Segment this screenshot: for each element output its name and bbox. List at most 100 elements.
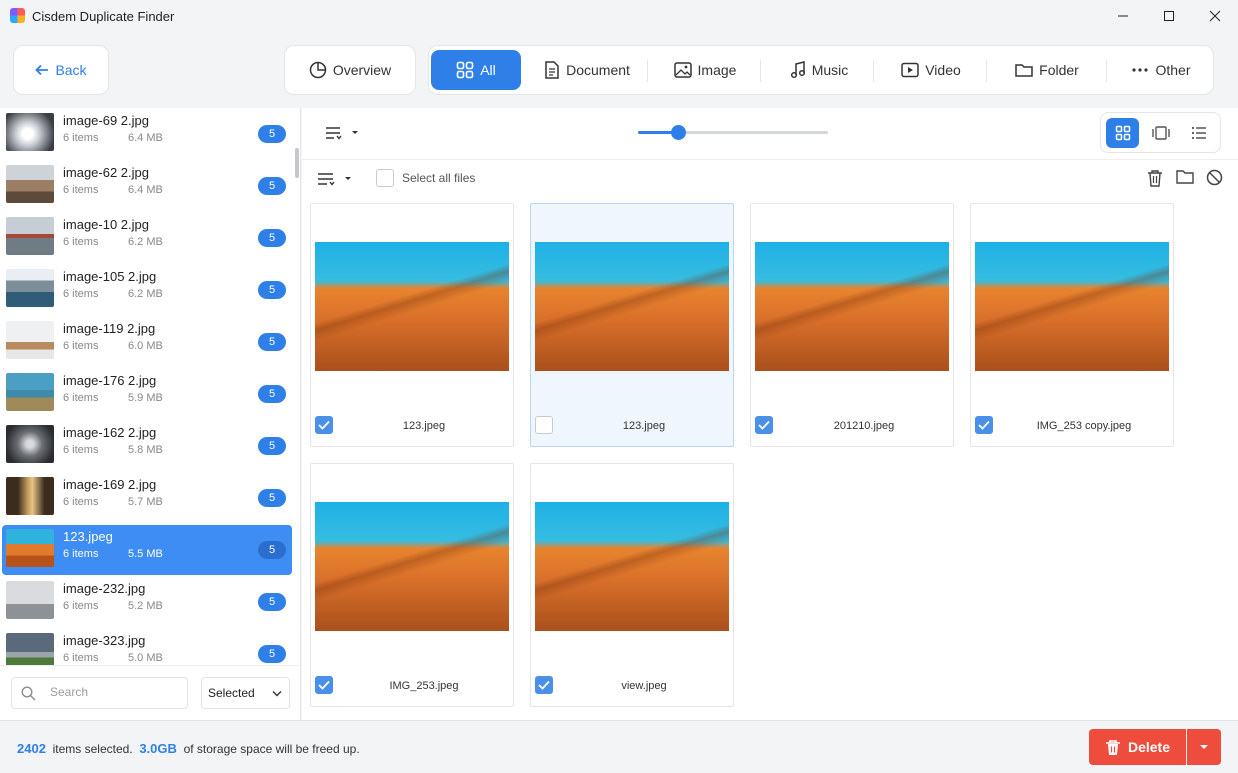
ignore-icon[interactable] [1206, 169, 1223, 186]
tab-folder[interactable]: Folder [1005, 50, 1089, 90]
file-card[interactable]: IMG_253.jpeg [310, 463, 514, 707]
group-row[interactable]: image-162 2.jpg 6 items 5.8 MB 5 [2, 421, 292, 471]
duplicate-count-badge: 5 [258, 437, 286, 455]
group-name: image-232.jpg [63, 581, 146, 596]
group-name: image-162 2.jpg [63, 425, 157, 440]
carousel-view-button[interactable] [1144, 118, 1177, 148]
file-thumbnail[interactable] [535, 242, 729, 371]
group-row[interactable]: image-69 2.jpg 6 items 6.4 MB 5 [2, 109, 292, 159]
select-all-checkbox[interactable]: Select all files [376, 169, 475, 187]
tab-divider [760, 60, 761, 82]
duplicate-count-badge: 5 [258, 333, 286, 351]
group-name: image-69 2.jpg [63, 113, 149, 128]
video-icon [901, 62, 919, 78]
select-all-box[interactable] [376, 169, 394, 187]
group-row[interactable]: image-232.jpg 6 items 5.2 MB 5 [2, 577, 292, 627]
slider-knob[interactable] [670, 125, 686, 140]
group-list: image-69 2.jpg 6 items 6.4 MB 5 image-62 2.j… [0, 108, 295, 665]
group-row[interactable]: image-323.jpg 6 items 5.0 MB 5 [2, 629, 292, 665]
group-name: image-119 2.jpg [63, 321, 156, 336]
trash-icon[interactable] [1147, 169, 1163, 187]
back-label: Back [55, 62, 87, 78]
tab-other-label: Other [1155, 62, 1191, 78]
sidebar-scrollbar[interactable] [295, 148, 299, 178]
back-button[interactable]: Back [13, 45, 109, 95]
file-card[interactable]: IMG_253 copy.jpeg [970, 203, 1174, 447]
file-card[interactable]: view.jpeg [530, 463, 734, 707]
file-name: 201210.jpeg [833, 420, 895, 432]
file-checkbox[interactable] [535, 676, 553, 694]
grid-view-icon [1115, 125, 1130, 141]
file-thumbnail[interactable] [975, 242, 1169, 371]
file-card[interactable]: 123.jpeg [310, 203, 514, 447]
file-card[interactable]: 123.jpeg [530, 203, 734, 447]
tab-image[interactable]: Image [665, 50, 745, 90]
maximize-icon [1164, 11, 1174, 21]
freed-space: 3.0GB [139, 741, 177, 756]
folder-icon [1015, 64, 1033, 77]
overview-button[interactable]: Overview [284, 45, 416, 95]
search-box[interactable] [11, 677, 188, 709]
group-thumbnail [6, 321, 54, 359]
tab-document[interactable]: Document [537, 50, 637, 90]
group-name: image-62 2.jpg [63, 165, 149, 180]
tab-music[interactable]: Music [779, 50, 859, 90]
file-name: view.jpeg [621, 680, 667, 692]
tab-video[interactable]: Video [891, 50, 971, 90]
file-checkbox[interactable] [535, 416, 553, 434]
group-thumbnail [6, 633, 54, 665]
group-row[interactable]: image-105 2.jpg 6 items 6.2 MB 5 [2, 265, 292, 315]
tab-divider [647, 60, 648, 82]
sort-files-icon[interactable] [318, 171, 354, 187]
file-checkbox[interactable] [315, 416, 333, 434]
file-thumbnail[interactable] [755, 242, 949, 371]
selected-suffix: items selected. [52, 742, 133, 756]
group-row[interactable]: image-10 2.jpg 6 items 6.2 MB 5 [2, 213, 292, 263]
sort-menu-icon[interactable] [326, 125, 358, 141]
group-thumbnail [6, 477, 54, 515]
minimize-icon [1118, 15, 1128, 17]
checkmark-icon [318, 420, 330, 430]
close-button[interactable] [1192, 0, 1238, 32]
thumbnail-size-slider[interactable] [638, 125, 828, 140]
search-input[interactable] [50, 685, 180, 699]
maximize-button[interactable] [1146, 0, 1192, 32]
delete-button[interactable]: Delete [1089, 729, 1186, 765]
image-icon [673, 62, 692, 78]
list-view-button[interactable] [1182, 118, 1215, 148]
tab-all[interactable]: All [431, 50, 521, 90]
group-row[interactable]: image-62 2.jpg 6 items 6.4 MB 5 [2, 161, 292, 211]
file-checkbox[interactable] [755, 416, 773, 434]
file-checkbox[interactable] [315, 676, 333, 694]
group-name: 123.jpeg [63, 529, 113, 544]
minimize-button[interactable] [1100, 0, 1146, 32]
tab-divider [873, 60, 874, 82]
delete-options-button[interactable] [1187, 729, 1221, 765]
file-thumbnail[interactable] [315, 242, 509, 371]
filter-select[interactable]: Selected [201, 677, 290, 709]
group-row[interactable]: 123.jpeg 6 items 5.5 MB 5 [2, 525, 292, 575]
group-name: image-323.jpg [63, 633, 146, 648]
file-name: IMG_253 copy.jpeg [1036, 420, 1132, 432]
group-item-count: 6 items [63, 392, 99, 404]
duplicate-groups-sidebar: image-69 2.jpg 6 items 6.4 MB 5 image-62 2.j… [0, 108, 301, 720]
file-thumbnail[interactable] [535, 502, 729, 631]
tab-folder-label: Folder [1039, 62, 1079, 78]
group-size: 5.0 MB [128, 652, 163, 664]
group-row[interactable]: image-169 2.jpg 6 items 5.7 MB 5 [2, 473, 292, 523]
file-thumbnail[interactable] [315, 502, 509, 631]
checkmark-icon [758, 420, 770, 430]
tab-video-label: Video [925, 62, 961, 78]
group-row[interactable]: image-176 2.jpg 6 items 5.9 MB 5 [2, 369, 292, 419]
open-folder-icon[interactable] [1176, 169, 1194, 185]
tab-other[interactable]: Other [1121, 50, 1201, 90]
grid-view-button[interactable] [1106, 118, 1139, 148]
tab-divider [1106, 60, 1107, 82]
group-size: 6.2 MB [128, 288, 163, 300]
grid-icon [456, 61, 474, 79]
group-item-count: 6 items [63, 288, 99, 300]
file-checkbox[interactable] [975, 416, 993, 434]
document-icon [545, 61, 559, 79]
group-row[interactable]: image-119 2.jpg 6 items 6.0 MB 5 [2, 317, 292, 367]
file-card[interactable]: 201210.jpeg [750, 203, 954, 447]
